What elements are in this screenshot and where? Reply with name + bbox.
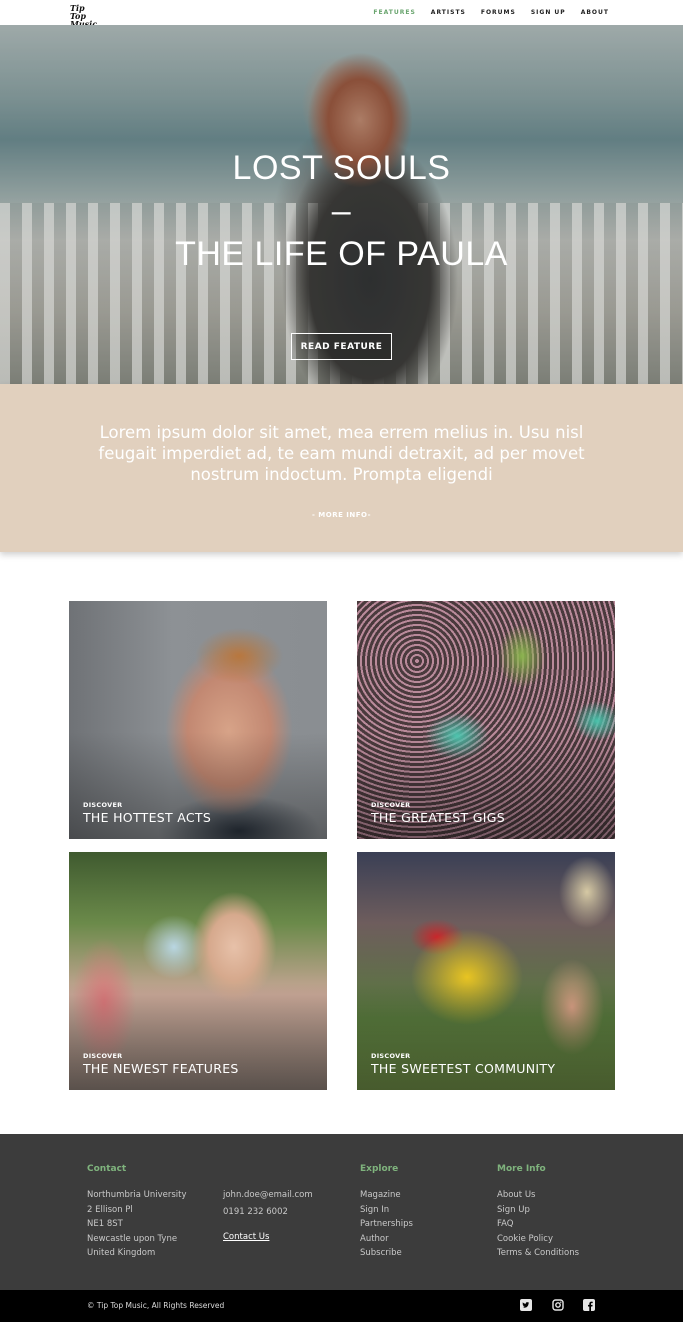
contact-phone: 0191 232 6002 <box>223 1206 288 1217</box>
hero-title: LOST SOULS – THE LIFE OF PAULA <box>0 147 683 276</box>
intro-text: Lorem ipsum dolor sit amet, mea errem me… <box>98 423 585 484</box>
top-nav: Tip Top Music FEATURES ARTISTS FORUMS SI… <box>0 0 683 28</box>
copyright-text: © Tip Top Music, All Rights Reserved <box>87 1301 225 1310</box>
footer-more-info-column: More Info About Us Sign Up FAQ Cookie Po… <box>497 1164 579 1261</box>
card-newest-features[interactable]: DISCOVER THE NEWEST FEATURES <box>69 852 327 1090</box>
card-kicker: DISCOVER <box>83 1052 123 1060</box>
address-line: Newcastle upon Tyne <box>87 1233 178 1244</box>
card-title: THE NEWEST FEATURES <box>83 1061 239 1076</box>
footer-more-info-heading: More Info <box>497 1164 546 1174</box>
instagram-icon[interactable] <box>552 1299 564 1311</box>
footer-explore-column: Explore Magazine Sign In Partnerships Au… <box>360 1164 413 1261</box>
footer-link-terms[interactable]: Terms & Conditions <box>497 1246 579 1261</box>
footer-link-magazine[interactable]: Magazine <box>360 1188 413 1203</box>
footer-link-subscribe[interactable]: Subscribe <box>360 1246 413 1261</box>
footer-link-author[interactable]: Author <box>360 1232 413 1247</box>
more-info-link[interactable]: - MORE INFO- <box>0 511 683 519</box>
card-title: THE HOTTEST ACTS <box>83 810 212 825</box>
nav-link-forums[interactable]: FORUMS <box>481 9 516 16</box>
nav-link-about[interactable]: ABOUT <box>581 9 609 16</box>
nav-link-artists[interactable]: ARTISTS <box>431 9 466 16</box>
discover-grid: DISCOVER THE HOTTEST ACTS DISCOVER THE G… <box>0 552 683 1134</box>
card-greatest-gigs[interactable]: DISCOVER THE GREATEST GIGS <box>357 601 615 839</box>
footer-link-cookie-policy[interactable]: Cookie Policy <box>497 1232 579 1247</box>
hero-banner: LOST SOULS – THE LIFE OF PAULA READ FEAT… <box>0 25 683 384</box>
footer-bottom-bar: © Tip Top Music, All Rights Reserved <box>0 1290 683 1322</box>
contact-us-link[interactable]: Contact Us <box>223 1232 313 1242</box>
facebook-icon[interactable] <box>583 1299 595 1311</box>
intro-section: Lorem ipsum dolor sit amet, mea errem me… <box>0 384 683 552</box>
card-title: THE SWEETEST COMMUNITY <box>371 1061 556 1076</box>
card-title: THE GREATEST GIGS <box>371 810 505 825</box>
hero-title-dash: – <box>331 192 352 230</box>
address-line: Northumbria University <box>87 1190 187 1200</box>
footer-link-sign-in[interactable]: Sign In <box>360 1203 413 1218</box>
site-footer: Contact Northumbria University 2 Ellison… <box>0 1134 683 1290</box>
footer-link-about-us[interactable]: About Us <box>497 1188 579 1203</box>
nav-link-sign-up[interactable]: SIGN UP <box>531 9 566 16</box>
twitter-icon[interactable] <box>520 1299 532 1311</box>
footer-link-partnerships[interactable]: Partnerships <box>360 1217 413 1232</box>
address-line: NE1 8ST <box>87 1219 123 1230</box>
card-kicker: DISCOVER <box>83 801 123 809</box>
footer-explore-heading: Explore <box>360 1164 399 1174</box>
card-hottest-acts[interactable]: DISCOVER THE HOTTEST ACTS <box>69 601 327 839</box>
nav-links: FEATURES ARTISTS FORUMS SIGN UP ABOUT <box>373 0 609 25</box>
nav-link-features[interactable]: FEATURES <box>373 9 415 16</box>
footer-contact-heading: Contact <box>87 1164 127 1174</box>
contact-email-link[interactable]: john.doe@email.com <box>223 1188 313 1203</box>
card-kicker: DISCOVER <box>371 801 411 809</box>
read-feature-button[interactable]: READ FEATURE <box>291 333 392 360</box>
address-line: United Kingdom <box>87 1248 156 1259</box>
address-line: 2 Ellison Pl <box>87 1204 133 1215</box>
footer-contact-details: john.doe@email.com 0191 232 6002 Contact… <box>223 1188 313 1242</box>
hero-title-line-2: THE LIFE OF PAULA <box>175 235 508 273</box>
footer-contact-column: Contact Northumbria University 2 Ellison… <box>87 1164 186 1261</box>
card-kicker: DISCOVER <box>371 1052 411 1060</box>
footer-link-faq[interactable]: FAQ <box>497 1217 579 1232</box>
card-sweetest-community[interactable]: DISCOVER THE SWEETEST COMMUNITY <box>357 852 615 1090</box>
footer-link-sign-up[interactable]: Sign Up <box>497 1203 579 1218</box>
hero-title-line-1: LOST SOULS <box>232 149 451 187</box>
